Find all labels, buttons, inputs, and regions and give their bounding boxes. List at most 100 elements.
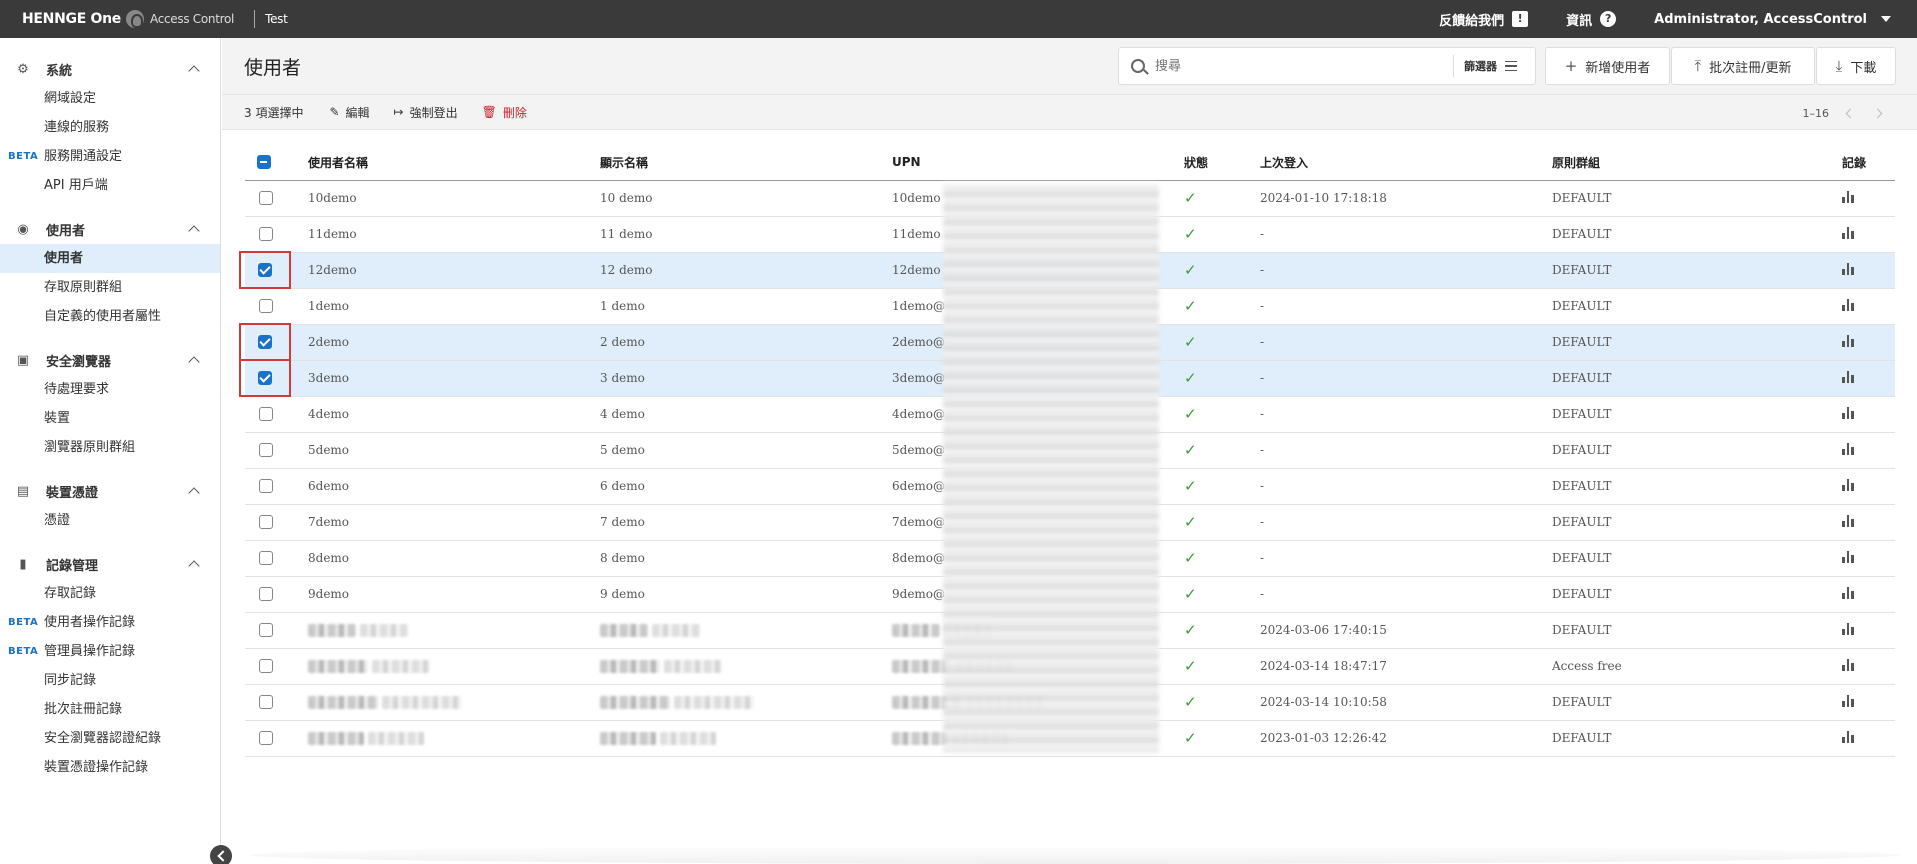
sidebar-group-header[interactable]: ▣ 安全瀏覽器 — [0, 345, 220, 375]
cell-policy-group: DEFAULT — [1552, 180, 1842, 217]
next-page-icon[interactable] — [1872, 108, 1883, 118]
add-user-button[interactable]: + 新增使用者 — [1545, 47, 1670, 85]
log-chart-icon[interactable] — [1842, 586, 1854, 599]
feedback-button[interactable]: 反饋給我們 ! — [1439, 10, 1529, 29]
cell-username — [308, 720, 600, 757]
log-chart-icon[interactable] — [1842, 334, 1854, 347]
row-checkbox[interactable] — [258, 371, 272, 385]
select-all-checkbox[interactable] — [257, 155, 271, 170]
sidebar-item[interactable]: 瀏覽器原則群組 — [0, 433, 220, 462]
row-checkbox[interactable] — [258, 263, 272, 277]
filter-icon — [1505, 61, 1517, 71]
row-checkbox[interactable] — [259, 299, 273, 313]
sidebar-item-label: 裝置憑證操作記錄 — [44, 760, 149, 775]
row-checkbox[interactable] — [259, 587, 273, 601]
cell-status: ✓ — [1184, 468, 1260, 505]
force-logout-button[interactable]: ↦ 強制登出 — [394, 104, 458, 121]
log-chart-icon[interactable] — [1842, 694, 1854, 707]
log-chart-icon[interactable] — [1842, 514, 1854, 527]
log-chart-icon[interactable] — [1842, 658, 1854, 671]
redacted-text — [308, 732, 364, 745]
bulk-register-button[interactable]: ⤒ 批次註冊/更新 — [1671, 47, 1815, 85]
edit-button[interactable]: ✎ 編輯 — [329, 104, 369, 121]
sidebar-item[interactable]: 憑證 — [0, 506, 220, 535]
redacted-text — [600, 696, 670, 709]
brand[interactable]: HENNGE One Access Control Test — [0, 10, 288, 28]
sidebar-group: ▤ 裝置憑證 憑證 — [0, 476, 220, 535]
col-policy-group[interactable]: 原則群組 — [1552, 145, 1842, 181]
sidebar-item[interactable]: BETA 服務開通設定 — [0, 142, 220, 171]
log-chart-icon[interactable] — [1842, 478, 1854, 491]
sidebar-item[interactable]: 使用者 — [0, 244, 220, 273]
row-checkbox[interactable] — [259, 407, 273, 421]
log-chart-icon[interactable] — [1842, 226, 1854, 239]
product-name: Access Control — [150, 12, 235, 26]
cell-last-login: - — [1260, 540, 1552, 577]
sidebar-item[interactable]: 同步記錄 — [0, 666, 220, 695]
row-checkbox[interactable] — [259, 659, 273, 673]
search-box[interactable]: 篩選器 — [1118, 47, 1536, 85]
sidebar-item[interactable]: 待處理要求 — [0, 375, 220, 404]
col-display-name[interactable]: 顯示名稱 — [600, 145, 892, 181]
beta-badge: BETA — [8, 617, 39, 628]
log-chart-icon[interactable] — [1842, 370, 1854, 383]
sidebar-item[interactable]: 自定義的使用者屬性 — [0, 302, 220, 331]
redacted-text — [892, 624, 940, 637]
log-chart-icon[interactable] — [1842, 730, 1854, 743]
sidebar-item[interactable]: 存取記錄 — [0, 579, 220, 608]
log-chart-icon[interactable] — [1842, 298, 1854, 311]
row-checkbox[interactable] — [259, 623, 273, 637]
cell-display-name — [600, 612, 892, 649]
log-chart-icon[interactable] — [1842, 550, 1854, 563]
sidebar-item[interactable]: BETA 管理員操作記錄 — [0, 637, 220, 666]
row-checkbox[interactable] — [259, 551, 273, 565]
row-checkbox[interactable] — [259, 731, 273, 745]
col-status[interactable]: 狀態 — [1184, 145, 1260, 181]
sidebar-item[interactable]: 裝置憑證操作記錄 — [0, 753, 220, 782]
sidebar-item[interactable]: 存取原則群組 — [0, 273, 220, 302]
cell-status: ✓ — [1184, 216, 1260, 253]
info-button[interactable]: 資訊 ? — [1566, 10, 1617, 29]
log-chart-icon[interactable] — [1842, 442, 1854, 455]
prev-page-icon[interactable] — [1845, 108, 1856, 118]
sidebar-group-header[interactable]: ◉ 使用者 — [0, 214, 220, 244]
trash-icon: 🗑 — [481, 105, 497, 119]
sidebar-item[interactable]: 裝置 — [0, 404, 220, 433]
check-icon: ✓ — [1184, 405, 1197, 423]
sidebar-group-header[interactable]: ▤ 裝置憑證 — [0, 476, 220, 506]
sidebar-item[interactable]: 批次註冊記錄 — [0, 695, 220, 724]
row-checkbox[interactable] — [259, 191, 273, 205]
col-username[interactable]: 使用者名稱 — [308, 145, 600, 181]
sidebar-item[interactable]: API 用戶端 — [0, 171, 220, 200]
log-chart-icon[interactable] — [1842, 190, 1854, 203]
sidebar-group-header[interactable]: ⚙ 系統 — [0, 54, 220, 84]
sidebar-item[interactable]: 連線的服務 — [0, 113, 220, 142]
log-chart-icon[interactable] — [1842, 262, 1854, 275]
beta-badge: BETA — [8, 646, 39, 657]
filter-button[interactable]: 篩選器 — [1464, 58, 1517, 74]
cell-username: 4demo — [308, 396, 600, 433]
col-upn[interactable]: UPN — [892, 145, 1184, 181]
collapse-sidebar-button[interactable] — [210, 845, 232, 864]
delete-button[interactable]: 🗑 刪除 — [482, 104, 527, 121]
cell-display-name: 12 demo — [600, 252, 892, 289]
row-checkbox[interactable] — [259, 479, 273, 493]
col-last-login[interactable]: 上次登入 — [1260, 145, 1552, 181]
row-checkbox[interactable] — [259, 443, 273, 457]
sidebar-group-header[interactable]: ▮ 記錄管理 — [0, 549, 220, 579]
row-checkbox[interactable] — [259, 515, 273, 529]
row-checkbox[interactable] — [259, 227, 273, 241]
user-menu[interactable]: Administrator, AccessControl — [1654, 12, 1891, 27]
row-checkbox[interactable] — [258, 335, 272, 349]
log-chart-icon[interactable] — [1842, 622, 1854, 635]
cell-status: ✓ — [1184, 576, 1260, 613]
search-input[interactable] — [1155, 58, 1445, 74]
download-button[interactable]: ⤓ 下載 — [1816, 47, 1896, 85]
cell-display-name: 9 demo — [600, 576, 892, 613]
row-checkbox[interactable] — [259, 695, 273, 709]
sidebar-item[interactable]: 網域設定 — [0, 84, 220, 113]
log-chart-icon[interactable] — [1842, 406, 1854, 419]
sidebar-item[interactable]: BETA 使用者操作記錄 — [0, 608, 220, 637]
sidebar-item[interactable]: 安全瀏覽器認證紀錄 — [0, 724, 220, 753]
cell-status: ✓ — [1184, 180, 1260, 217]
